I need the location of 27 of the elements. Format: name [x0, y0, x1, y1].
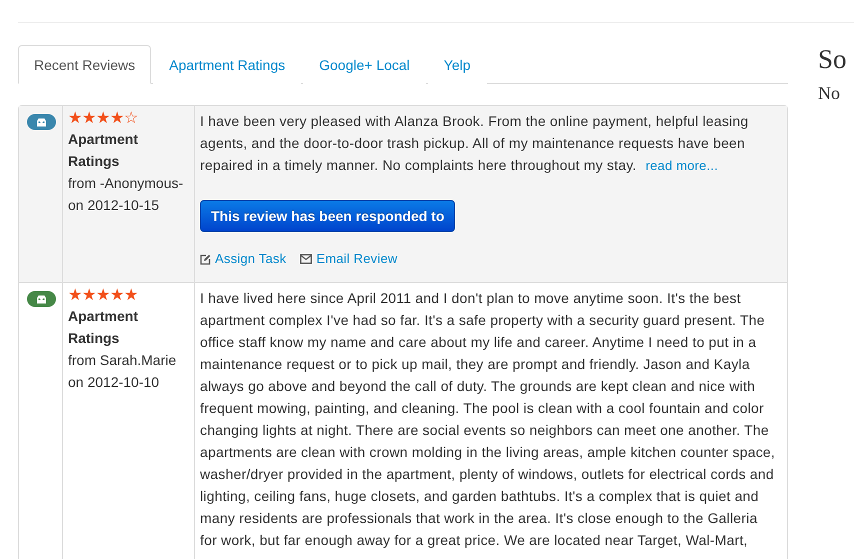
star-icon: ★: [110, 287, 124, 305]
review-text: I have been very pleased with Alanza Brook. From the online payment, helpful leasing agents, and the door-to-door trash pickup. All of my maintenance requests have been repaired in a timely manner. No complaints here throughout my stay. read more...: [200, 112, 750, 175]
star-icon: ★: [82, 110, 96, 128]
star-icon: ★: [110, 110, 124, 128]
responded-button[interactable]: This review has been responded to: [200, 200, 456, 232]
star-icon: ★: [82, 287, 96, 305]
read-more-link[interactable]: read more...: [646, 158, 718, 173]
review-date: on 2012-10-15: [68, 196, 160, 215]
assign-task-link[interactable]: Assign Task: [200, 248, 286, 270]
review-author: from Sarah.Marie: [68, 351, 176, 370]
inbox-icon: [36, 118, 47, 126]
sidebar-heading: So: [818, 44, 847, 75]
star-icon: ★: [96, 287, 110, 305]
email-review-link[interactable]: Email Review: [300, 248, 398, 270]
review-author: from -Anonymous-: [68, 174, 184, 193]
star-icon: ☆: [124, 110, 138, 128]
review-text: I have lived here since April 2011 and I don't plan to move anytime soon. It's the best apartment complex I've had so far. It's a safe property with a security guard present. The office staff know my name and care about my life and career. Anytime I need to put in a maintenance request or to pick up mail, they are prompt and friendly. Jason and Kayla always go above and beyond the call of duty. The grounds are kept clean and nice with frequent mowing, painting, and cleaning. The pool is clean with a cool fountain and color changing lights at night. There are social events so neighbors can meet one another. The apartments are clean with crown molding in the living areas, ample kitchen counter space, washer/dryer provided in the apartment, plenty of windows, outlets for electrical cords and lighting, ceiling fans, huge closets, and garden bathtubs. It's a complex that is quiet and many residents are professionals that work in the area. It's close enough to the Galleria for work, but far enough away for a great price. We are located near Target, Wal-Mart,: [200, 289, 776, 550]
tab[interactable]: Recent Reviews: [18, 45, 152, 84]
edit-icon: [200, 254, 211, 264]
star-icon: ★: [68, 110, 82, 128]
sidebar-text: No: [818, 83, 841, 104]
star-icon: ★: [68, 287, 82, 305]
envelope-icon: [300, 254, 312, 264]
review-date: on 2012-10-10: [68, 373, 160, 392]
star-icon: ★: [96, 110, 110, 128]
inbox-icon: [36, 294, 47, 304]
star-icon: ★: [124, 287, 138, 305]
